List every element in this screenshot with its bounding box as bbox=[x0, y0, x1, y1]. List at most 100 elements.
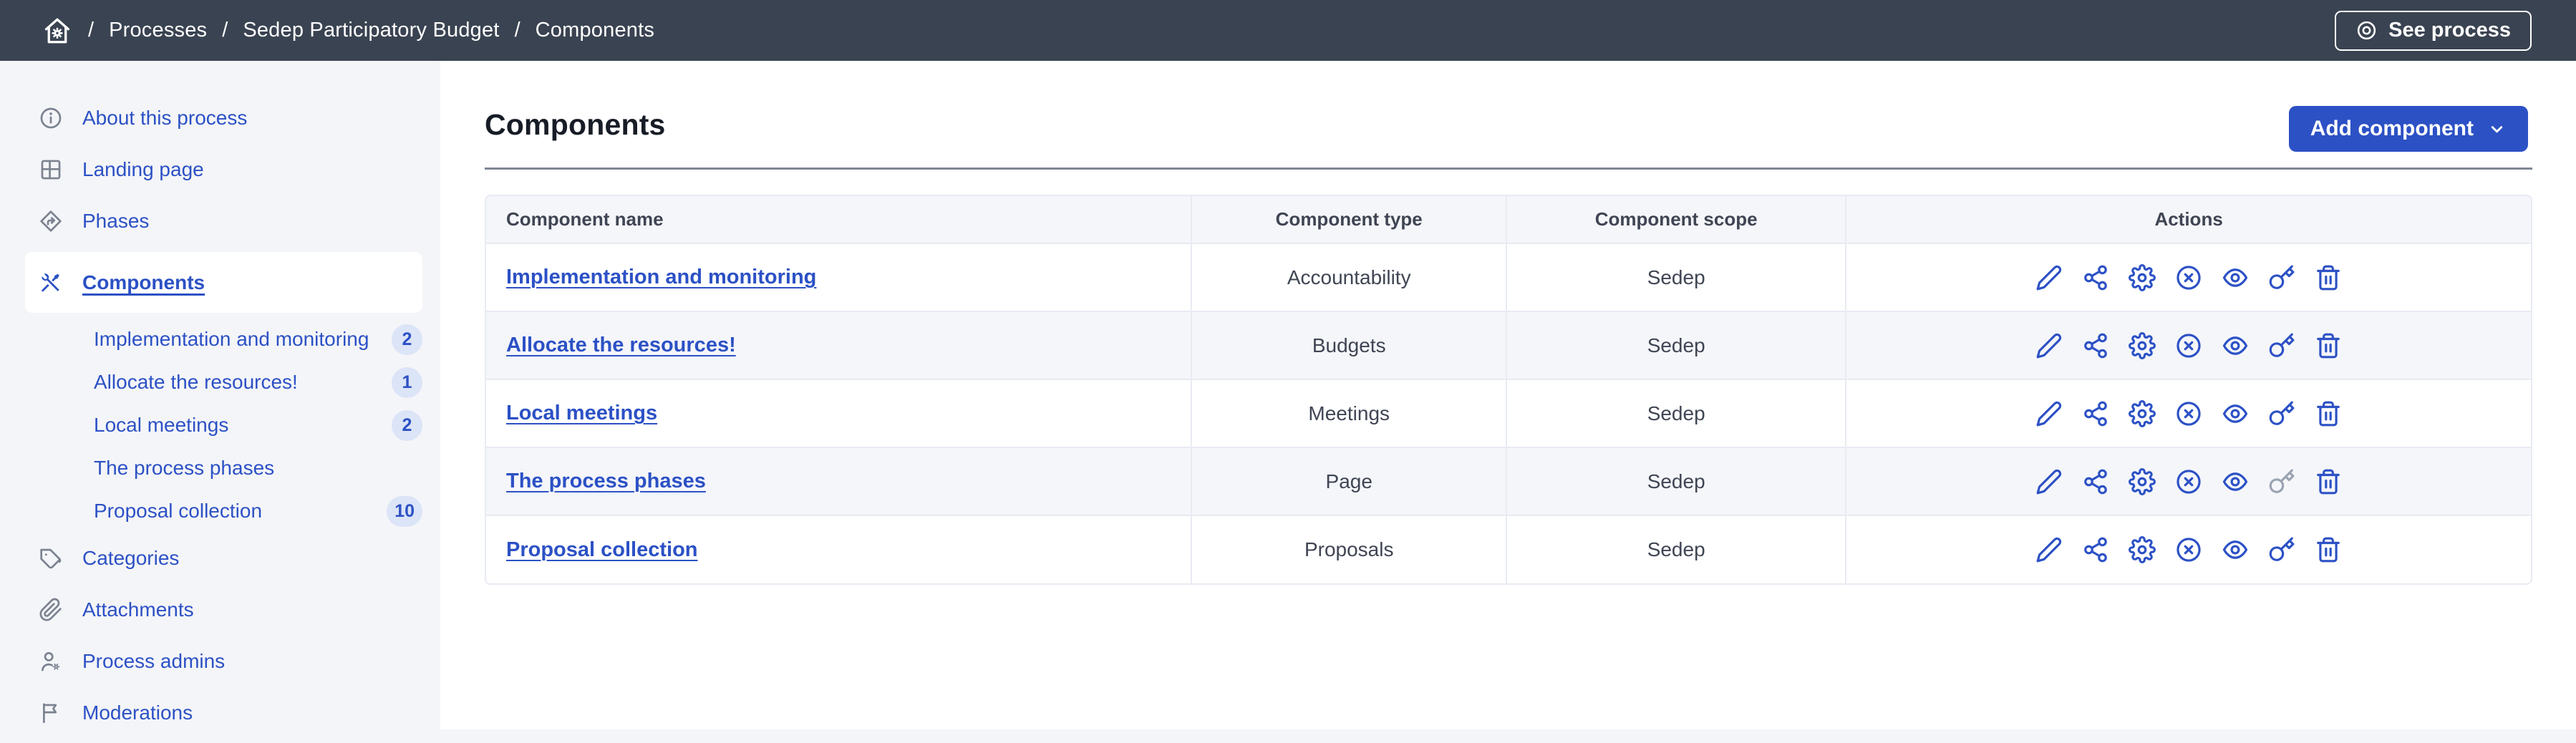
sidebar-item-label: Phases bbox=[82, 210, 149, 233]
unpublish-icon-button[interactable] bbox=[2175, 332, 2202, 359]
breadcrumb: / Processes / Sedep Participatory Budget… bbox=[73, 19, 654, 42]
home-gear-icon bbox=[42, 15, 73, 47]
sidebar-subitem-implementation-and-monitoring[interactable]: Implementation and monitoring 2 bbox=[0, 318, 440, 361]
permissions-icon bbox=[2268, 400, 2295, 427]
delete-icon bbox=[2315, 468, 2342, 495]
home-link[interactable] bbox=[42, 15, 73, 47]
edit-icon-button[interactable] bbox=[2035, 536, 2063, 563]
component-name-link[interactable]: Proposal collection bbox=[506, 538, 698, 561]
component-name-link[interactable]: Allocate the resources! bbox=[506, 334, 736, 356]
process-sidebar: About this process Landing page Phases C… bbox=[0, 61, 440, 739]
unpublish-icon-button[interactable] bbox=[2175, 400, 2202, 427]
breadcrumb-item-components[interactable]: Components bbox=[536, 19, 654, 42]
unpublish-icon-button[interactable] bbox=[2175, 264, 2202, 291]
chevron-down-icon bbox=[2487, 120, 2507, 139]
sidebar-subitem-the-process-phases[interactable]: The process phases bbox=[0, 447, 440, 490]
components-table: Component name Component type Component … bbox=[485, 195, 2532, 585]
sidebar-subitem-local-meetings[interactable]: Local meetings 2 bbox=[0, 404, 440, 447]
breadcrumb-item-sedep-participatory-budget[interactable]: Sedep Participatory Budget bbox=[243, 19, 499, 42]
edit-icon-button[interactable] bbox=[2035, 332, 2063, 359]
sidebar-item-label: Moderations bbox=[82, 701, 193, 724]
component-name-link[interactable]: Local meetings bbox=[506, 402, 657, 424]
sidebar-item-components[interactable]: Components bbox=[25, 252, 422, 313]
share-icon-button[interactable] bbox=[2082, 536, 2109, 563]
sidebar-item-phases[interactable]: Phases bbox=[0, 195, 440, 247]
see-process-button[interactable]: See process bbox=[2335, 11, 2532, 51]
delete-icon-button[interactable] bbox=[2315, 264, 2342, 291]
configure-icon-button[interactable] bbox=[2129, 332, 2156, 359]
permissions-icon-button[interactable] bbox=[2268, 264, 2295, 291]
breadcrumb-separator: / bbox=[222, 19, 228, 42]
preview-icon bbox=[2222, 264, 2249, 291]
add-component-button[interactable]: Add component bbox=[2289, 106, 2528, 152]
edit-icon bbox=[2035, 400, 2063, 427]
delete-icon bbox=[2315, 536, 2342, 563]
edit-icon-button[interactable] bbox=[2035, 468, 2063, 495]
permissions-icon-button[interactable] bbox=[2268, 400, 2295, 427]
row-actions bbox=[1864, 536, 2514, 563]
add-component-label: Add component bbox=[2310, 117, 2474, 141]
delete-icon-button[interactable] bbox=[2315, 536, 2342, 563]
phases-icon bbox=[39, 209, 63, 233]
component-type-cell: Budgets bbox=[1191, 311, 1506, 379]
share-icon-button[interactable] bbox=[2082, 468, 2109, 495]
main-content: Components Add component Component name … bbox=[440, 61, 2576, 729]
configure-icon-button[interactable] bbox=[2129, 400, 2156, 427]
share-icon bbox=[2082, 264, 2109, 291]
configure-icon-button[interactable] bbox=[2129, 264, 2156, 291]
sidebar-item-landing-page[interactable]: Landing page bbox=[0, 144, 440, 195]
sidebar-item-categories[interactable]: Categories bbox=[0, 533, 440, 584]
sidebar-item-label: Components bbox=[82, 271, 205, 294]
component-scope-cell: Sedep bbox=[1506, 447, 1846, 515]
info-icon bbox=[39, 106, 63, 130]
preview-icon-button[interactable] bbox=[2222, 332, 2249, 359]
share-icon-button[interactable] bbox=[2082, 264, 2109, 291]
permissions-icon-button bbox=[2268, 468, 2295, 495]
share-icon bbox=[2082, 332, 2109, 359]
share-icon-button[interactable] bbox=[2082, 400, 2109, 427]
edit-icon-button[interactable] bbox=[2035, 264, 2063, 291]
sidebar-item-attachments[interactable]: Attachments bbox=[0, 584, 440, 636]
permissions-icon-button[interactable] bbox=[2268, 332, 2295, 359]
sidebar-item-about-this-process[interactable]: About this process bbox=[0, 92, 440, 144]
preview-icon bbox=[2222, 536, 2249, 563]
sidebar-item-label: Landing page bbox=[82, 158, 204, 181]
preview-icon-button[interactable] bbox=[2222, 264, 2249, 291]
table-header-row: Component name Component type Component … bbox=[486, 196, 2531, 243]
breadcrumb-separator: / bbox=[515, 19, 520, 42]
sidebar-subitem-label: The process phases bbox=[94, 457, 274, 480]
delete-icon-button[interactable] bbox=[2315, 468, 2342, 495]
component-type-cell: Accountability bbox=[1191, 243, 1506, 311]
sidebar-subitem-label: Implementation and monitoring bbox=[94, 328, 369, 351]
permissions-icon bbox=[2268, 468, 2295, 495]
row-actions bbox=[1864, 332, 2514, 359]
component-scope-cell: Sedep bbox=[1506, 515, 1846, 583]
sidebar-subitem-proposal-collection[interactable]: Proposal collection 10 bbox=[0, 490, 440, 533]
permissions-icon-button[interactable] bbox=[2268, 536, 2295, 563]
eye-icon bbox=[2355, 19, 2378, 42]
sidebar-subitem-label: Local meetings bbox=[94, 414, 228, 437]
preview-icon-button[interactable] bbox=[2222, 536, 2249, 563]
delete-icon-button[interactable] bbox=[2315, 400, 2342, 427]
delete-icon-button[interactable] bbox=[2315, 332, 2342, 359]
preview-icon-button[interactable] bbox=[2222, 400, 2249, 427]
unpublish-icon bbox=[2175, 332, 2202, 359]
sidebar-item-process-admins[interactable]: Process admins bbox=[0, 636, 440, 687]
share-icon-button[interactable] bbox=[2082, 332, 2109, 359]
configure-icon-button[interactable] bbox=[2129, 468, 2156, 495]
permissions-icon bbox=[2268, 536, 2295, 563]
configure-icon bbox=[2129, 264, 2156, 291]
edit-icon-button[interactable] bbox=[2035, 400, 2063, 427]
component-name-link[interactable]: Implementation and monitoring bbox=[506, 266, 816, 288]
sidebar-subitem-label: Allocate the resources! bbox=[94, 371, 298, 394]
sidebar-item-moderations[interactable]: Moderations bbox=[0, 687, 440, 739]
breadcrumb-item-processes[interactable]: Processes bbox=[109, 19, 207, 42]
count-badge: 10 bbox=[387, 496, 422, 527]
unpublish-icon-button[interactable] bbox=[2175, 536, 2202, 563]
component-name-link[interactable]: The process phases bbox=[506, 470, 706, 492]
sidebar-subitem-label: Proposal collection bbox=[94, 500, 262, 523]
preview-icon-button[interactable] bbox=[2222, 468, 2249, 495]
sidebar-subitem-allocate-the-resources[interactable]: Allocate the resources! 1 bbox=[0, 361, 440, 404]
unpublish-icon-button[interactable] bbox=[2175, 468, 2202, 495]
configure-icon-button[interactable] bbox=[2129, 536, 2156, 563]
